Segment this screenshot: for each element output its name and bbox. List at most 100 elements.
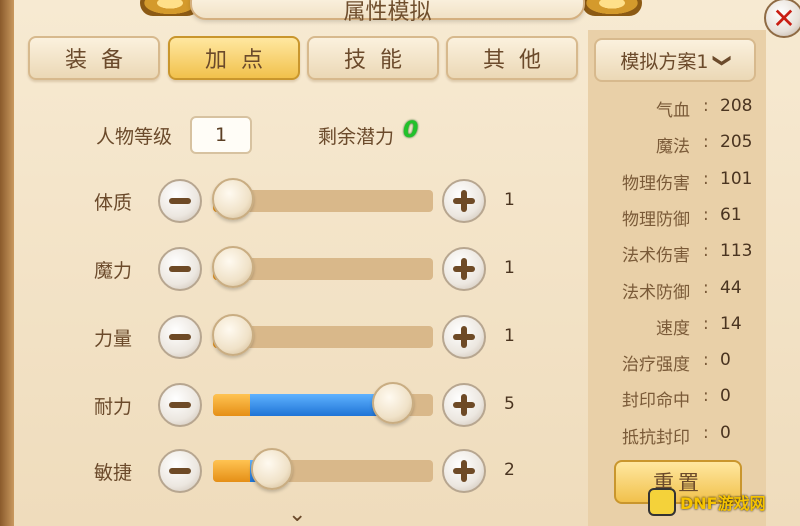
attribute-name: 物理防御 <box>622 210 690 230</box>
slider-knob[interactable] <box>251 448 294 490</box>
slider-knob[interactable] <box>372 382 415 424</box>
attribute-name: 抵抗封印 <box>622 428 690 448</box>
increase-button[interactable] <box>442 449 486 493</box>
stat-row-agility: 敏捷 2 <box>18 446 586 496</box>
attribute-value: 14 <box>720 314 742 334</box>
attribute-colon: : <box>703 423 709 443</box>
attribute-row: 法术伤害:113 <box>588 241 766 271</box>
watermark-logo-icon <box>648 488 676 516</box>
decrease-button[interactable] <box>158 315 202 359</box>
increase-button[interactable] <box>442 247 486 291</box>
tab-other-label: 其他 <box>482 48 555 73</box>
attribute-row: 抵抗封印:0 <box>588 423 766 453</box>
decrease-button[interactable] <box>158 247 202 291</box>
minus-icon <box>169 468 191 474</box>
stat-row-strength: 力量 1 <box>18 312 586 362</box>
attribute-colon: : <box>703 241 709 261</box>
attribute-value: 0 <box>720 386 731 406</box>
attribute-row: 魔法:205 <box>588 132 766 162</box>
plus-icon <box>453 326 475 348</box>
attribute-row: 物理伤害:101 <box>588 169 766 199</box>
attribute-name: 法术防御 <box>622 283 690 303</box>
decrease-button[interactable] <box>158 179 202 223</box>
attribute-colon: : <box>703 132 709 152</box>
attribute-name: 法术伤害 <box>622 246 690 266</box>
increase-button[interactable] <box>442 315 486 359</box>
tab-skills[interactable]: 技能 <box>307 36 439 80</box>
tab-other[interactable]: 其他 <box>446 36 578 80</box>
watermark: DNF游戏网 <box>648 482 796 522</box>
tab-allocate-points[interactable]: 加点 <box>168 36 300 80</box>
level-label: 人物等级 <box>96 126 173 148</box>
attribute-colon: : <box>703 169 709 189</box>
attribute-value: 205 <box>720 132 753 152</box>
stat-label: 敏捷 <box>94 462 133 484</box>
stat-value: 1 <box>504 326 515 346</box>
plus-icon <box>453 460 475 482</box>
tab-equipment[interactable]: 装备 <box>28 36 160 80</box>
stat-value: 2 <box>504 460 515 480</box>
attribute-name: 魔法 <box>656 137 690 157</box>
increase-button[interactable] <box>442 179 486 223</box>
title-ornament-right <box>582 0 642 16</box>
slider-knob[interactable] <box>211 246 254 288</box>
stat-row-magic: 魔力 1 <box>18 244 586 294</box>
increase-button[interactable] <box>442 383 486 427</box>
stat-row-constitution: 体质 1 <box>18 176 586 226</box>
attribute-colon: : <box>703 386 709 406</box>
attribute-value: 113 <box>720 241 753 261</box>
stat-slider-track[interactable] <box>213 460 433 482</box>
attribute-row: 法术防御:44 <box>588 278 766 308</box>
stat-value: 1 <box>504 190 515 210</box>
slider-knob[interactable] <box>211 314 254 356</box>
title-bar: 属性模拟 <box>190 0 585 25</box>
level-input[interactable]: 1 <box>190 116 252 154</box>
slider-knob[interactable] <box>211 178 254 220</box>
attribute-name: 气血 <box>656 101 690 121</box>
attribute-colon: : <box>703 96 709 116</box>
decrease-button[interactable] <box>158 383 202 427</box>
stat-value: 1 <box>504 258 515 278</box>
stat-label: 耐力 <box>94 396 133 418</box>
close-icon: ✕ <box>772 1 796 35</box>
base-fill <box>213 394 251 416</box>
tab-allocate-points-label: 加点 <box>204 48 277 73</box>
attribute-value: 208 <box>720 96 753 116</box>
potential-label: 剩余潜力 <box>318 126 395 148</box>
plus-icon <box>453 190 475 212</box>
attribute-row: 物理防御:61 <box>588 205 766 235</box>
stat-label: 力量 <box>94 328 133 350</box>
attribute-row: 封印命中:0 <box>588 386 766 416</box>
attribute-colon: : <box>703 278 709 298</box>
plus-icon <box>453 394 475 416</box>
attribute-name: 物理伤害 <box>622 174 690 194</box>
attribute-value: 44 <box>720 278 742 298</box>
attribute-row: 治疗强度:0 <box>588 350 766 380</box>
plus-icon <box>453 258 475 280</box>
attributes-panel: 模拟方案1 ❯ 气血:208 魔法:205 物理伤害:101 物理防御:61 法… <box>588 30 766 526</box>
minus-icon <box>169 402 191 408</box>
chevron-down-icon: ❯ <box>711 52 733 68</box>
minus-icon <box>169 198 191 204</box>
attribute-colon: : <box>703 314 709 334</box>
decrease-button[interactable] <box>158 449 202 493</box>
attribute-row: 速度:14 <box>588 314 766 344</box>
attribute-value: 0 <box>720 350 731 370</box>
stat-row-endurance: 耐力 5 <box>18 380 586 430</box>
scroll-down-icon[interactable]: ⌄ <box>288 502 306 526</box>
base-fill <box>213 460 251 482</box>
scheme-dropdown[interactable]: 模拟方案1 ❯ <box>594 38 756 82</box>
stat-label: 体质 <box>94 192 133 214</box>
dialog-title: 属性模拟 <box>343 0 432 25</box>
attribute-value: 101 <box>720 169 753 189</box>
tab-skills-label: 技能 <box>343 48 416 73</box>
attribute-name: 封印命中 <box>622 391 690 411</box>
scheme-label: 模拟方案1 <box>620 50 709 73</box>
attribute-value: 0 <box>720 423 731 443</box>
attribute-colon: : <box>703 350 709 370</box>
tab-equipment-label: 装备 <box>64 48 137 73</box>
close-button[interactable]: ✕ <box>764 0 800 38</box>
allocation-panel: 装备 加点 技能 其他 人物等级 1 剩余潜力 0 体质 1 魔力 1 力量 1… <box>18 30 586 526</box>
attribute-row: 气血:208 <box>588 96 766 126</box>
attribute-name: 速度 <box>656 319 690 339</box>
